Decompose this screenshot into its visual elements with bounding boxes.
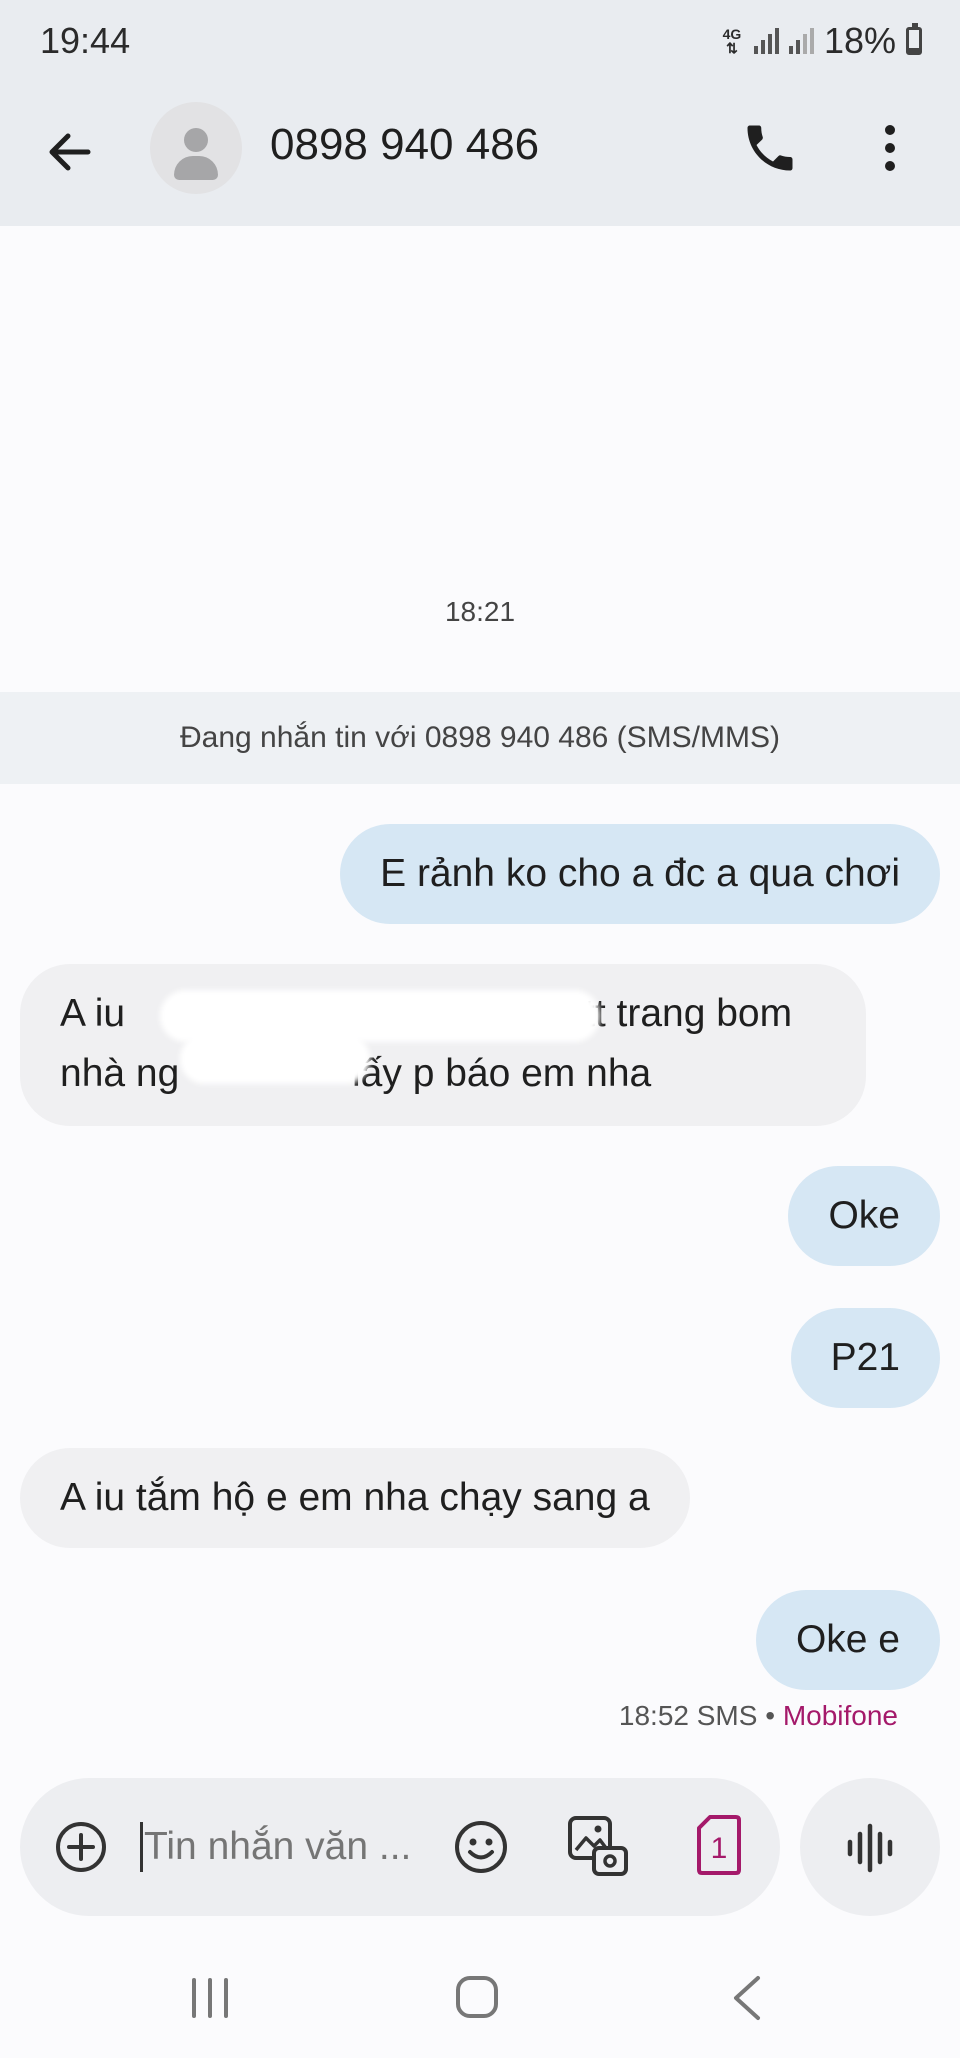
network-type: 4G ⇅ [720,27,744,55]
contact-avatar-icon [184,128,208,152]
conversation-timestamp: 18:21 [444,596,516,627]
message-bubble-outgoing[interactable]: Oke [788,1166,940,1266]
carrier-label: Mobifone [782,1700,898,1731]
more-vert-icon [885,125,895,171]
message-bubble-incoming[interactable]: A iu tắm hộ e em nha chạy sang a [20,1448,690,1548]
recents-button[interactable] [188,1976,232,2020]
sim-card-icon: 1 [697,1815,741,1875]
more-options-button[interactable] [866,118,914,178]
message-text: E rảnh ko cho a đc a qua chơi [380,852,900,895]
voice-wave-icon [847,1823,893,1873]
conversation-info-banner: Đang nhắn tin với 0898 940 486 (SMS/MMS) [0,692,960,784]
gallery-button[interactable] [566,1814,630,1878]
message-text: Oke [828,1194,900,1237]
call-button[interactable] [740,118,800,178]
back-arrow-icon [49,133,91,171]
conversation-header: 0898 940 486 [0,82,960,226]
message-status: 18:52 SMS • Mobifone [619,1700,898,1732]
home-button[interactable] [454,1974,500,2020]
battery-fill [909,48,919,52]
message-text: nhà ng [60,1052,180,1095]
message-text: tt trang bom [584,992,793,1035]
data-arrows-icon: ⇅ [726,40,738,56]
text-cursor [140,1822,143,1872]
message-text: A iu tắm hộ e em nha chạy sang a [60,1476,650,1519]
system-back-button[interactable] [730,1974,764,2022]
meta-separator: • [765,1700,776,1731]
emoji-button[interactable] [452,1818,510,1876]
signal-2-icon [788,28,814,54]
message-input[interactable] [144,1814,444,1880]
status-indicators: 4G ⇅ 18% [720,20,922,62]
recents-icon [192,1978,228,2018]
network-label: 4G [722,26,742,42]
add-circle-icon [56,1822,106,1872]
message-bubble-outgoing[interactable]: E rảnh ko cho a đc a qua chơi [340,824,940,924]
message-text: A iu [60,992,126,1035]
message-text: Oke e [795,1618,900,1661]
message-bubble-outgoing[interactable]: P21 [790,1308,940,1408]
emoji-icon [455,1821,507,1873]
avatar[interactable] [150,102,242,194]
phone-icon [747,125,793,171]
attach-button[interactable] [54,1820,108,1874]
battery-percent: 18% [823,20,896,61]
contact-title[interactable]: 0898 940 486 [270,120,539,170]
message-bubble-incoming[interactable]: A iu tt trang bom nhà ng lấy p báo em nh… [20,964,866,1126]
message-composer: 1 [20,1778,780,1916]
sim-number: 1 [711,1832,728,1865]
nav-back-icon [734,1976,760,2020]
message-text: lấy p báo em nha [352,1052,652,1095]
battery-icon [906,23,922,55]
sim-select-button[interactable]: 1 [696,1814,742,1876]
message-time-type: 18:52 SMS [618,1700,758,1731]
message-bubble-outgoing[interactable]: Oke e [755,1590,940,1690]
message-line: nhà ng lấy p báo em nha [60,1044,826,1104]
home-icon [456,1976,498,2018]
message-text: P21 [830,1336,900,1379]
voice-message-button[interactable] [800,1778,940,1916]
signal-1-icon [753,28,779,54]
system-nav-bar [0,1940,960,2058]
gallery-icon [568,1816,628,1876]
status-time: 19:44 [40,20,131,61]
redaction-mark [180,1034,370,1084]
status-bar: 19:44 4G ⇅ 18% [0,0,960,82]
back-button[interactable] [40,122,100,182]
avatar-body [174,156,218,180]
